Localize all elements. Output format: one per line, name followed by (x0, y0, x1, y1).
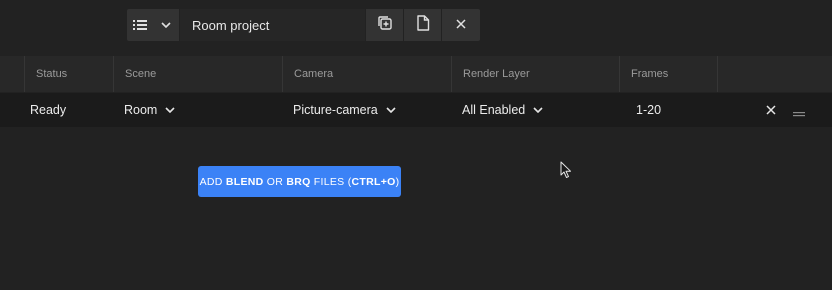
header-status[interactable]: Status (24, 56, 113, 92)
add-button-text: ADD (199, 175, 226, 188)
chevron-down-icon (386, 107, 396, 113)
row-status: Ready (30, 103, 67, 117)
mouse-cursor-icon (560, 161, 572, 184)
add-button-brq: BRQ (286, 175, 311, 188)
toolbar: Room project (0, 0, 832, 56)
file-icon (416, 14, 430, 36)
drag-handle-icon[interactable] (792, 105, 808, 117)
scene-dropdown[interactable]: Room (124, 93, 175, 127)
render-layer-value: All Enabled (462, 103, 526, 117)
remove-row-button[interactable] (763, 102, 779, 118)
list-menu-button[interactable] (127, 9, 179, 41)
list-icon (130, 19, 150, 31)
chevron-down-icon[interactable] (156, 22, 176, 28)
header-scene[interactable]: Scene (113, 56, 282, 92)
scene-value: Room (124, 103, 158, 117)
add-button-close-paren: ) (395, 175, 400, 188)
frames-value[interactable]: 1-20 (636, 93, 661, 127)
add-files-button[interactable]: ADD BLEND OR BRQ FILES (CTRL+O) (198, 166, 401, 197)
add-file-button[interactable] (366, 9, 403, 41)
chevron-down-icon (165, 107, 175, 113)
close-icon (456, 16, 466, 34)
header-camera[interactable]: Camera (282, 56, 451, 92)
header-render-layer[interactable]: Render Layer (451, 56, 619, 92)
header-frames[interactable]: Frames (619, 56, 717, 92)
camera-dropdown[interactable]: Picture-camera (293, 93, 396, 127)
add-button-shortcut: CTRL+O (351, 175, 396, 188)
close-project-button[interactable] (442, 9, 480, 41)
render-layer-dropdown[interactable]: All Enabled (462, 93, 543, 127)
header-actions (717, 56, 832, 92)
add-button-or: OR (263, 175, 287, 188)
add-file-icon (377, 15, 393, 36)
add-button-blend: BLEND (225, 175, 264, 188)
header-spacer (0, 56, 24, 92)
table-header: Status Scene Camera Render Layer Frames (0, 56, 832, 92)
new-file-button[interactable] (404, 9, 441, 41)
camera-value: Picture-camera (293, 103, 378, 117)
add-button-files: FILES ( (310, 175, 352, 188)
chevron-down-icon (533, 107, 543, 113)
table-row[interactable]: Ready Room Picture-camera All Enabled 1-… (0, 93, 832, 127)
project-title[interactable]: Room project (180, 9, 365, 41)
close-icon (766, 105, 776, 115)
